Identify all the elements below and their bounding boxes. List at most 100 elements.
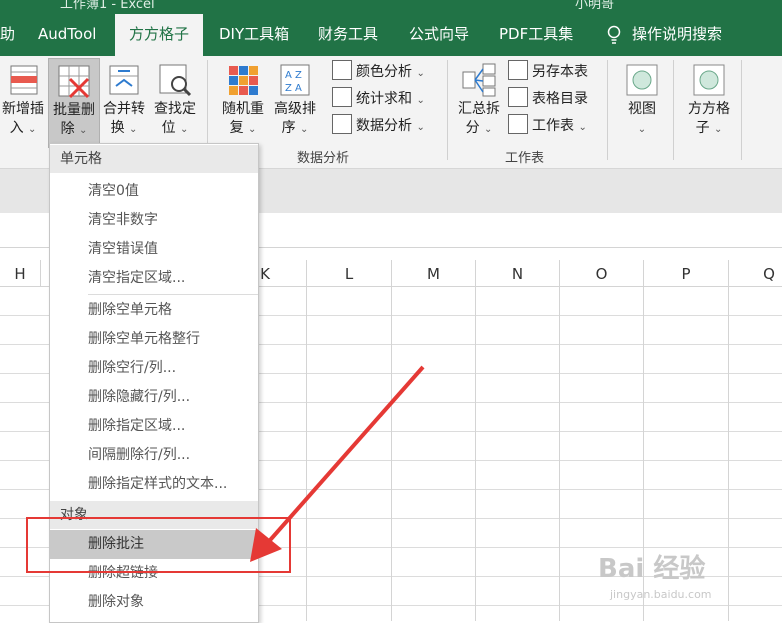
sort-az-top: A Z xyxy=(285,70,302,81)
chevron-down-icon: ⌄ xyxy=(416,95,425,106)
summary-split-label-2: 分 xyxy=(465,120,480,136)
stat-sum-button[interactable]: 统计求和 ⌄ xyxy=(332,87,425,111)
worksheet-button[interactable]: 工作表 ⌄ xyxy=(508,114,587,138)
sort-az-icon: A Z Z A xyxy=(277,62,313,98)
watermark-logo: Bai 经验 xyxy=(598,554,706,584)
menu-item-delete-empty-cells[interactable]: 删除空单元格 xyxy=(50,296,258,325)
column-header-o[interactable]: O xyxy=(560,260,644,286)
chevron-down-icon: ⌄ xyxy=(714,124,723,135)
advanced-sort-label-1: 高级排 xyxy=(274,101,316,117)
menu-item-delete-objects[interactable]: 删除对象 xyxy=(50,588,258,617)
column-header-h[interactable]: H xyxy=(0,260,41,286)
column-header-q[interactable]: Q xyxy=(729,260,782,286)
chevron-down-icon: ⌄ xyxy=(416,122,425,133)
sort-az-bottom: Z A xyxy=(285,83,302,94)
title-bar: 工作簿1 - Excel 小明哥 xyxy=(0,0,782,14)
summary-split-button[interactable]: 汇总拆 分 ⌄ xyxy=(455,58,503,146)
batch-delete-label-2: 除 xyxy=(60,121,75,137)
group-label-worksheet: 工作表 xyxy=(505,151,545,166)
menu-item-clear-zero[interactable]: 清空0值 xyxy=(50,177,258,206)
merge-convert-label-2: 换 xyxy=(110,120,125,136)
user-name: 小明哥 xyxy=(575,0,615,12)
sheet-index-icon xyxy=(508,87,528,107)
lightbulb-icon xyxy=(607,25,621,44)
tab-pdf-tools[interactable]: PDF工具集 xyxy=(499,14,573,56)
tab-formula-wizard[interactable]: 公式向导 xyxy=(409,14,469,56)
chevron-down-icon: ⌄ xyxy=(484,124,493,135)
sheet-index-button[interactable]: 表格目录 xyxy=(508,87,588,111)
magnifier-icon xyxy=(157,62,193,98)
summary-split-label-1: 汇总拆 xyxy=(458,101,500,117)
chevron-down-icon: ⌄ xyxy=(578,122,587,133)
data-analysis-label: 数据分析 xyxy=(356,118,412,134)
random-repeat-button[interactable]: 随机重 复 ⌄ xyxy=(218,58,268,146)
menu-item-delete-empty-cell-rows[interactable]: 删除空单元格整行 xyxy=(50,325,258,354)
view-button[interactable]: 视图 ⌄ xyxy=(617,58,667,146)
advanced-sort-button[interactable]: A Z Z A 高级排 序 ⌄ xyxy=(270,58,320,146)
menu-item-delete-empty-rows-cols[interactable]: 删除空行/列... xyxy=(50,354,258,383)
ribbon-tab-bar: 助 AudTool 方方格子 DIY工具箱 财务工具 公式向导 PDF工具集 操… xyxy=(0,14,782,56)
column-header-m[interactable]: M xyxy=(392,260,476,286)
menu-item-clear-errors[interactable]: 清空错误值 xyxy=(50,235,258,264)
insert-icon xyxy=(5,62,41,98)
merge-convert-icon xyxy=(106,62,142,98)
save-sheet-button[interactable]: 另存本表 xyxy=(508,60,588,84)
column-header-l[interactable]: L xyxy=(307,260,392,286)
column-header-p[interactable]: P xyxy=(644,260,729,286)
column-gridline xyxy=(306,260,307,621)
menu-item-interval-delete[interactable]: 间隔删除行/列... xyxy=(50,441,258,470)
ribbon-separator xyxy=(607,60,608,160)
chevron-down-icon: ⌄ xyxy=(637,124,647,135)
find-locate-button[interactable]: 查找定 位 ⌄ xyxy=(150,58,200,146)
find-locate-label-1: 查找定 xyxy=(154,101,196,117)
color-analysis-icon xyxy=(332,60,352,80)
chevron-down-icon: ⌄ xyxy=(248,124,257,135)
menu-separator xyxy=(88,294,258,295)
fangfanggezi-label-1: 方方格 xyxy=(688,101,730,117)
menu-item-delete-hidden-rows-cols[interactable]: 删除隐藏行/列... xyxy=(50,383,258,412)
tab-diy-toolbox[interactable]: DIY工具箱 xyxy=(219,14,289,56)
tell-me-search[interactable]: 操作说明搜索 xyxy=(606,14,722,56)
insert-label-2: 入 xyxy=(9,120,24,136)
merge-convert-button[interactable]: 合并转 换 ⌄ xyxy=(100,58,148,146)
insert-label-1: 新增插 xyxy=(2,101,44,117)
random-repeat-label-2: 复 xyxy=(229,120,244,136)
group-label-data-analysis: 数据分析 xyxy=(297,151,350,166)
ribbon-separator xyxy=(673,60,674,160)
insert-button[interactable]: 新增插 入 ⌄ xyxy=(0,58,46,146)
sheet-index-label: 表格目录 xyxy=(532,91,588,107)
batch-delete-label-1: 批量删 xyxy=(53,102,95,118)
merge-convert-label-1: 合并转 xyxy=(103,101,145,117)
annotation-highlight-box xyxy=(26,517,291,573)
fangfanggezi-button[interactable]: 方方格 子 ⌄ xyxy=(682,58,736,146)
data-analysis-button[interactable]: 数据分析 ⌄ xyxy=(332,114,425,138)
menu-item-delete-range[interactable]: 删除指定区域... xyxy=(50,412,258,441)
view-icon xyxy=(624,62,660,98)
tab-fangfanggezi[interactable]: 方方格子 xyxy=(115,14,203,56)
column-header-n[interactable]: N xyxy=(476,260,560,286)
menu-section-cells: 单元格 xyxy=(50,145,258,173)
menu-item-clear-range[interactable]: 清空指定区域... xyxy=(50,264,258,293)
chevron-down-icon: ⌄ xyxy=(300,124,309,135)
tell-me-label: 操作说明搜索 xyxy=(632,25,723,43)
chevron-down-icon: ⌄ xyxy=(129,124,138,135)
batch-delete-button[interactable]: 批量删 除 ⌄ xyxy=(48,58,100,148)
view-label: 视图 xyxy=(628,101,656,117)
menu-item-clear-non-numeric[interactable]: 清空非数字 xyxy=(50,206,258,235)
column-gridline xyxy=(559,260,560,621)
tab-audtool[interactable]: AudTool xyxy=(38,14,96,56)
column-gridline xyxy=(475,260,476,621)
fangfanggezi-icon xyxy=(691,62,727,98)
chevron-down-icon: ⌄ xyxy=(28,124,37,135)
tab-help[interactable]: 助 xyxy=(0,14,15,56)
stat-sum-icon xyxy=(332,87,352,107)
tab-finance-tools[interactable]: 财务工具 xyxy=(318,14,378,56)
window-title: 工作簿1 - Excel xyxy=(60,0,155,12)
save-sheet-icon xyxy=(508,60,528,80)
data-analysis-icon xyxy=(332,114,352,134)
column-gridline xyxy=(391,260,392,621)
menu-item-delete-styled-text[interactable]: 删除指定样式的文本... xyxy=(50,470,258,499)
random-repeat-icon xyxy=(225,62,261,98)
color-analysis-button[interactable]: 颜色分析 ⌄ xyxy=(332,60,425,84)
column-gridline xyxy=(728,260,729,621)
